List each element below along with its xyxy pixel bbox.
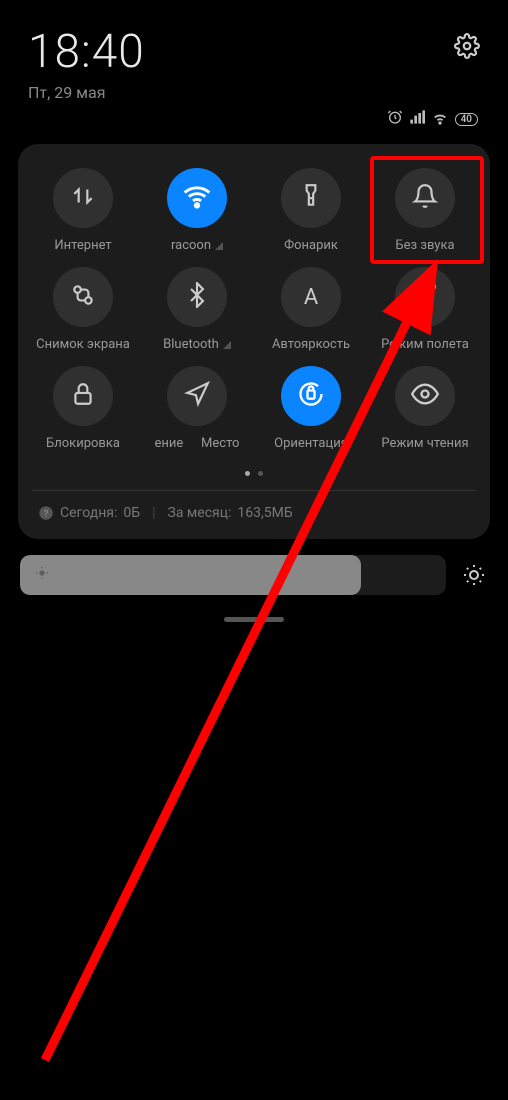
data-arrows-icon xyxy=(70,183,96,213)
airplane-icon xyxy=(412,282,438,312)
brightness-slider[interactable] xyxy=(20,555,446,595)
drag-handle[interactable] xyxy=(224,617,284,622)
battery-indicator: 40 xyxy=(455,113,478,126)
screenshot-icon xyxy=(70,282,96,312)
bluetooth-icon xyxy=(184,282,210,312)
page-indicator xyxy=(26,471,482,476)
svg-text:?: ? xyxy=(44,508,49,519)
clock-date: Пт, 29 мая xyxy=(28,83,145,102)
flashlight-icon xyxy=(298,183,324,213)
tile-lock[interactable]: Блокировка xyxy=(26,366,140,451)
tile-orientation[interactable]: Ориентация xyxy=(254,366,368,451)
clock-time: 18:40 xyxy=(28,25,145,79)
wifi-tile-icon xyxy=(183,182,211,214)
lock-icon xyxy=(70,381,96,411)
brightness-high-icon[interactable] xyxy=(460,563,488,587)
tile-screenshot[interactable]: Снимок экрана xyxy=(26,267,140,352)
alarm-icon xyxy=(387,109,403,129)
tile-airplane[interactable]: Режим полета xyxy=(368,267,482,352)
navigation-icon xyxy=(184,381,210,411)
tile-mute[interactable]: Без звука xyxy=(368,168,482,253)
wifi-icon xyxy=(431,108,449,130)
tile-bluetooth[interactable]: Bluetooth xyxy=(140,267,254,352)
tile-location[interactable]: ение Место xyxy=(140,366,254,451)
tile-wifi[interactable]: racoon xyxy=(140,168,254,253)
letter-a-icon: A xyxy=(304,285,318,310)
tile-auto-brightness[interactable]: A Автояркость xyxy=(254,267,368,352)
data-usage-row[interactable]: ? Сегодня: 0Б | За месяц: 163,5МБ xyxy=(26,491,482,521)
tile-flashlight[interactable]: Фонарик xyxy=(254,168,368,253)
tile-reading[interactable]: Режим чтения xyxy=(368,366,482,451)
quick-settings-panel: Интернет racoon Фонарик Без звука xyxy=(18,144,490,539)
tile-mobile-data[interactable]: Интернет xyxy=(26,168,140,253)
rotation-lock-icon xyxy=(297,380,325,412)
settings-icon[interactable] xyxy=(454,33,480,63)
eye-icon xyxy=(411,380,439,412)
bell-icon xyxy=(412,183,438,213)
status-bar: 40 xyxy=(10,102,498,130)
brightness-low-icon xyxy=(34,565,50,585)
signal-icon xyxy=(409,109,425,129)
